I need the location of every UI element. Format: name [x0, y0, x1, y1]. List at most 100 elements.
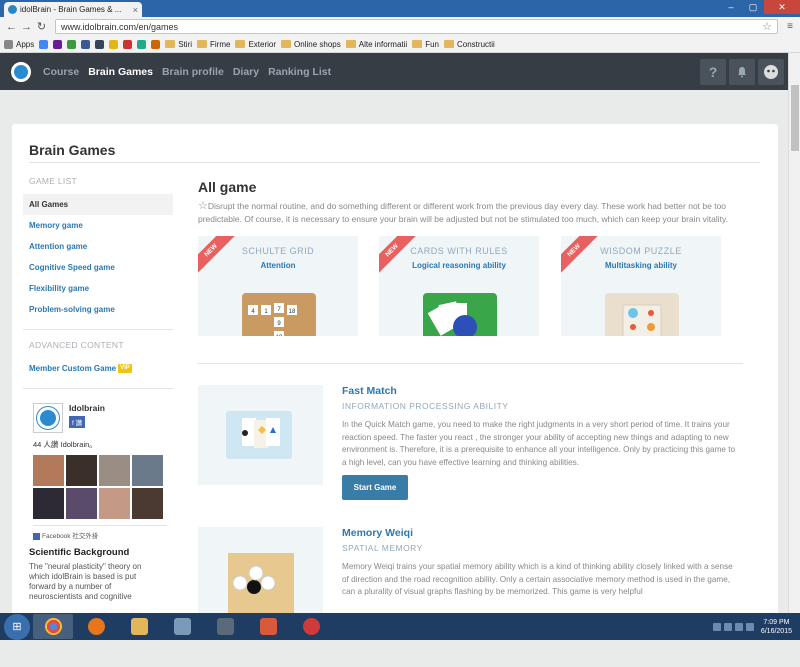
sidebar-item-cognitive-speed[interactable]: Cognitive Speed game [23, 257, 173, 278]
bookmark-folder[interactable]: Fun [412, 40, 439, 49]
sidebar-item-all-games[interactable]: All Games [23, 194, 173, 215]
notification-bell-icon[interactable] [729, 58, 755, 85]
sidebar-divider-2 [23, 388, 173, 389]
fb-page-name[interactable]: Idolbrain [69, 403, 105, 413]
yahoo-icon [53, 39, 63, 49]
browser-menu-icon[interactable]: ≡ [784, 21, 796, 32]
fan-avatar[interactable] [66, 488, 97, 519]
taskbar-chrome[interactable] [33, 614, 73, 639]
featured-schulte-grid[interactable]: NEW SCHULTE GRID Attention 4 1 7 18 9 19 [198, 236, 358, 336]
clock-date: 6/16/2015 [760, 627, 792, 635]
fan-avatar[interactable] [132, 455, 163, 486]
folder-icon [444, 40, 454, 48]
bookmark-site[interactable] [53, 39, 63, 49]
tray-icon[interactable] [712, 622, 721, 631]
url-input[interactable]: www.idolbrain.com/en/games ☆ [55, 19, 778, 34]
nav-brain-games[interactable]: Brain Games [88, 66, 153, 78]
all-game-description: ☆Disrupt the normal routine, and do some… [198, 200, 743, 226]
taskbar-app[interactable] [162, 614, 202, 639]
fb-plugin-label: Facebook 社交外掛 [33, 525, 167, 540]
title-divider [29, 162, 760, 163]
start-game-button[interactable]: Start Game [342, 475, 408, 500]
scientific-background-text: The "neural plasticity" theory on which … [29, 562, 142, 601]
featured-ability: Attention [260, 261, 296, 270]
maximize-button[interactable]: ▢ [742, 0, 764, 14]
tab-close-icon[interactable]: × [133, 5, 138, 15]
folder-icon [345, 40, 356, 48]
nav-diary[interactable]: Diary [233, 66, 259, 78]
fan-avatar[interactable] [33, 455, 64, 486]
fb-like-button[interactable]: f 讚 [69, 416, 86, 428]
bookmark-folder[interactable]: Exterior [235, 40, 276, 49]
bookmark-site[interactable] [67, 39, 77, 49]
fan-avatar[interactable] [99, 488, 130, 519]
start-button[interactable]: ⊞ [4, 613, 30, 640]
volume-icon[interactable] [745, 622, 754, 631]
taskbar-explorer[interactable] [119, 614, 159, 639]
forward-arrow-icon[interactable]: → [19, 21, 34, 33]
nav-brain-profile[interactable]: Brain profile [162, 66, 224, 78]
bookmark-site[interactable]: Apps [4, 39, 34, 49]
game-name[interactable]: Fast Match [342, 385, 397, 397]
fb-page-logo[interactable] [33, 403, 63, 433]
memory-weiqi-image[interactable] [198, 527, 323, 627]
schulte-number: 18 [289, 309, 296, 315]
sidebar-item-problem-solving[interactable]: Problem-solving game [23, 299, 173, 320]
idolbrain-logo[interactable] [11, 61, 31, 82]
bookmark-site[interactable] [137, 39, 147, 49]
taskbar-app[interactable] [248, 614, 288, 639]
nav-course[interactable]: Course [43, 66, 79, 78]
folder-icon [412, 40, 423, 48]
bookmark-site[interactable] [81, 39, 91, 49]
back-arrow-icon[interactable]: ← [4, 21, 19, 33]
scrollbar-thumb[interactable] [791, 85, 799, 151]
fan-avatar[interactable] [99, 455, 130, 486]
bookmark-label: Exterior [248, 39, 277, 49]
close-window-button[interactable]: ✕ [764, 0, 800, 14]
fan-avatar[interactable] [66, 455, 97, 486]
sidebar-item-memory[interactable]: Memory game [23, 215, 173, 236]
sidebar-item-flexibility[interactable]: Flexibility game [23, 278, 173, 299]
window-controls: – ▢ ✕ [720, 0, 800, 14]
user-avatar-icon[interactable] [758, 58, 784, 85]
taskbar-app[interactable] [205, 614, 245, 639]
fan-avatar[interactable] [132, 488, 163, 519]
bookmark-site[interactable] [123, 39, 133, 49]
taskbar-firefox[interactable] [76, 614, 116, 639]
bookmark-folder[interactable]: Firme [197, 40, 230, 49]
browser-tab[interactable]: idolBrain - Brain Games & ... × [4, 2, 142, 17]
clock[interactable]: 7:09 PM 6/16/2015 [761, 618, 792, 636]
email-icon [67, 39, 77, 49]
bookmark-star-icon[interactable]: ☆ [762, 20, 772, 33]
minimize-button[interactable]: – [720, 0, 742, 14]
help-icon[interactable]: ? [700, 58, 726, 85]
page-scrollbar[interactable] [788, 53, 800, 613]
bookmark-folder[interactable]: Alte informatii [345, 40, 407, 49]
site-icon [137, 39, 147, 49]
bookmark-site[interactable] [95, 39, 105, 49]
reload-icon[interactable]: ↻ [34, 20, 49, 33]
fan-avatar[interactable] [33, 488, 64, 519]
game-name[interactable]: Memory Weiqi [342, 527, 413, 539]
facebook-icon [33, 532, 40, 540]
bookmark-site[interactable] [39, 39, 49, 49]
tray-icon[interactable] [723, 622, 732, 631]
featured-wisdom-puzzle[interactable]: NEW WISDOM PUZZLE Multitasking ability [561, 236, 721, 336]
content-card: Brain Games GAME LIST All Games Memory g… [12, 124, 778, 627]
sidebar-item-member-custom-game[interactable]: Member Custom Game VIP [23, 358, 173, 379]
folder-icon [197, 40, 208, 48]
cards-with-rules-image [423, 293, 497, 336]
featured-cards-with-rules[interactable]: NEW CARDS WITH RULES Logical reasoning a… [379, 236, 539, 336]
sidebar-item-attention[interactable]: Attention game [23, 236, 173, 257]
bookmark-site[interactable] [151, 39, 161, 49]
taskbar-app[interactable] [291, 614, 331, 639]
bookmark-folder[interactable]: Online shops [281, 40, 341, 49]
bookmark-folder[interactable]: Constructii [444, 40, 495, 49]
imdb-icon [109, 39, 119, 49]
fast-match-image[interactable] [198, 385, 323, 485]
bookmark-site[interactable] [109, 39, 119, 49]
bookmark-folder[interactable]: Stiri [165, 40, 192, 49]
network-icon[interactable] [734, 622, 743, 631]
facebook-like-box: Idolbrain f 讚 44 人讚 Idolbrain。 Facebook … [33, 403, 167, 540]
nav-ranking-list[interactable]: Ranking List [268, 66, 331, 78]
